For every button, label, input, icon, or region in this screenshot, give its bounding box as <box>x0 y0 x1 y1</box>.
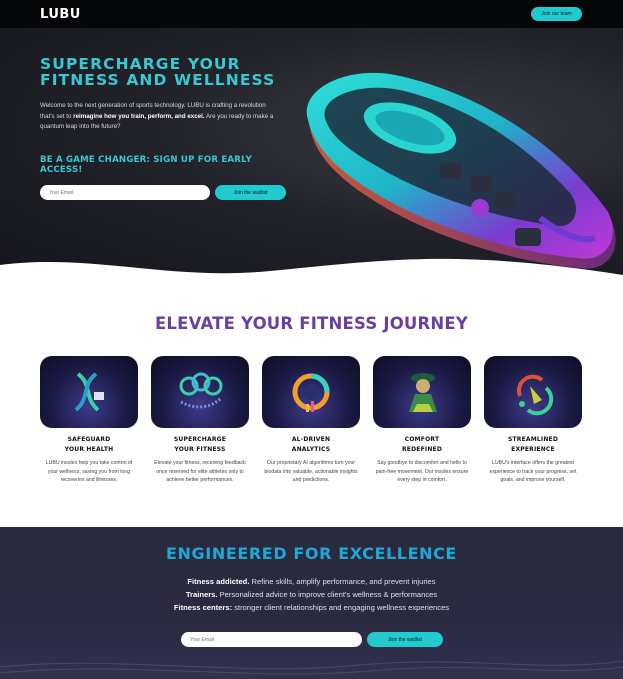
signup-heading: BE A GAME CHANGER: SIGN UP FOR EARLY ACC… <box>40 155 252 175</box>
olympic-rings-icon <box>151 356 249 428</box>
audience-line-centers: Fitness centers: stronger client relatio… <box>0 603 623 612</box>
hero-title: SUPERCHARGE YOUR FITNESS AND WELLNESS <box>40 55 276 89</box>
feature-title-line2: YOUR FITNESS <box>174 445 226 453</box>
feature-title-line1: SUPERCHARGE <box>173 436 227 443</box>
lubu-logo[interactable]: LUBU <box>40 7 81 22</box>
top-nav: LUBU Join our team <box>0 0 623 28</box>
elevate-title: ELEVATE YOUR FITNESS JOURNEY <box>154 314 469 333</box>
feature-title-line1: COMFORT <box>404 436 440 443</box>
audience-line-fitness: Fitness addicted. Refine skills, amplify… <box>0 577 623 586</box>
feature-title: AL-DRIVEN ANALYTICS <box>262 435 360 454</box>
engineered-section: ENGINEERED FOR EXCELLENCE Fitness addict… <box>0 527 623 679</box>
feature-description: LUBU's interface offers the greatest exp… <box>489 460 577 484</box>
feature-card-fitness: SUPERCHARGE YOUR FITNESS Elevate your fit… <box>151 356 249 485</box>
hero-waitlist-button[interactable]: Join the waitlist <box>215 185 286 200</box>
dna-health-icon <box>40 356 138 428</box>
audience-label: Trainers. <box>185 590 218 599</box>
feature-card-health: SAFEGUARD YOUR HEALTH LUBU insoles help y… <box>40 356 138 485</box>
hero-section: SUPERCHARGE YOUR FITNESS AND WELLNESS We… <box>0 28 623 280</box>
comfort-person-icon <box>373 356 471 428</box>
audience-text: Refine skills, amplify performance, and … <box>249 577 436 586</box>
streamlined-cycle-icon <box>484 356 582 428</box>
join-team-button[interactable]: Join our team <box>531 7 582 21</box>
audience-label: Fitness centers: <box>173 603 233 612</box>
feature-description: LUBU insoles help you take control of yo… <box>45 460 133 484</box>
feature-title: SUPERCHARGE YOUR FITNESS <box>151 435 249 454</box>
engineered-title: ENGINEERED FOR EXCELLENCE <box>166 544 457 563</box>
feature-title-line2: REDEFINED <box>401 445 443 453</box>
audience-text: Personalized advice to improve client's … <box>217 590 438 599</box>
decorative-waves <box>0 660 623 675</box>
ai-analytics-icon <box>262 356 360 428</box>
feature-title-line1: SAFEGUARD <box>67 436 111 443</box>
audience-text: stronger client relationships and engagi… <box>232 603 450 612</box>
feature-description: Say goodbye to discomfort and hello to p… <box>375 460 469 484</box>
feature-title-line2: ANALYTICS <box>291 445 331 453</box>
hero-wave-divider <box>0 258 623 280</box>
footer-waitlist-button[interactable]: Join the waitlist <box>367 632 443 647</box>
feature-title-line1: STREAMLINED <box>507 436 559 443</box>
hero-intro-bold: reimagine how you train, perform, and ex… <box>73 112 205 120</box>
hero-intro: Welcome to the next generation of sports… <box>40 101 280 133</box>
feature-card-analytics: AL-DRIVEN ANALYTICS Our proprietary AI al… <box>262 356 360 485</box>
feature-title-line1: AL-DRIVEN <box>291 436 331 443</box>
audience-line-trainers: Trainers. Personalized advice to improve… <box>0 590 623 599</box>
feature-description: Elevate your fitness, receiving feedback… <box>154 460 246 484</box>
hero-email-input[interactable] <box>40 185 210 200</box>
feature-title-line2: YOUR HEALTH <box>64 445 114 453</box>
feature-title: COMFORT REDEFINED <box>373 435 471 454</box>
audience-label: Fitness addicted. <box>187 577 250 586</box>
feature-card-comfort: COMFORT REDEFINED Say goodbye to discomfo… <box>373 356 471 485</box>
feature-description: Our proprietary AI algorithms turn your … <box>264 460 358 484</box>
feature-title: SAFEGUARD YOUR HEALTH <box>40 435 138 454</box>
feature-title-line2: EXPERIENCE <box>511 445 555 453</box>
feature-card-experience: STREAMLINED EXPERIENCE LUBU's interface o… <box>484 356 582 485</box>
feature-title: STREAMLINED EXPERIENCE <box>484 435 582 454</box>
footer-email-input[interactable] <box>181 632 362 647</box>
